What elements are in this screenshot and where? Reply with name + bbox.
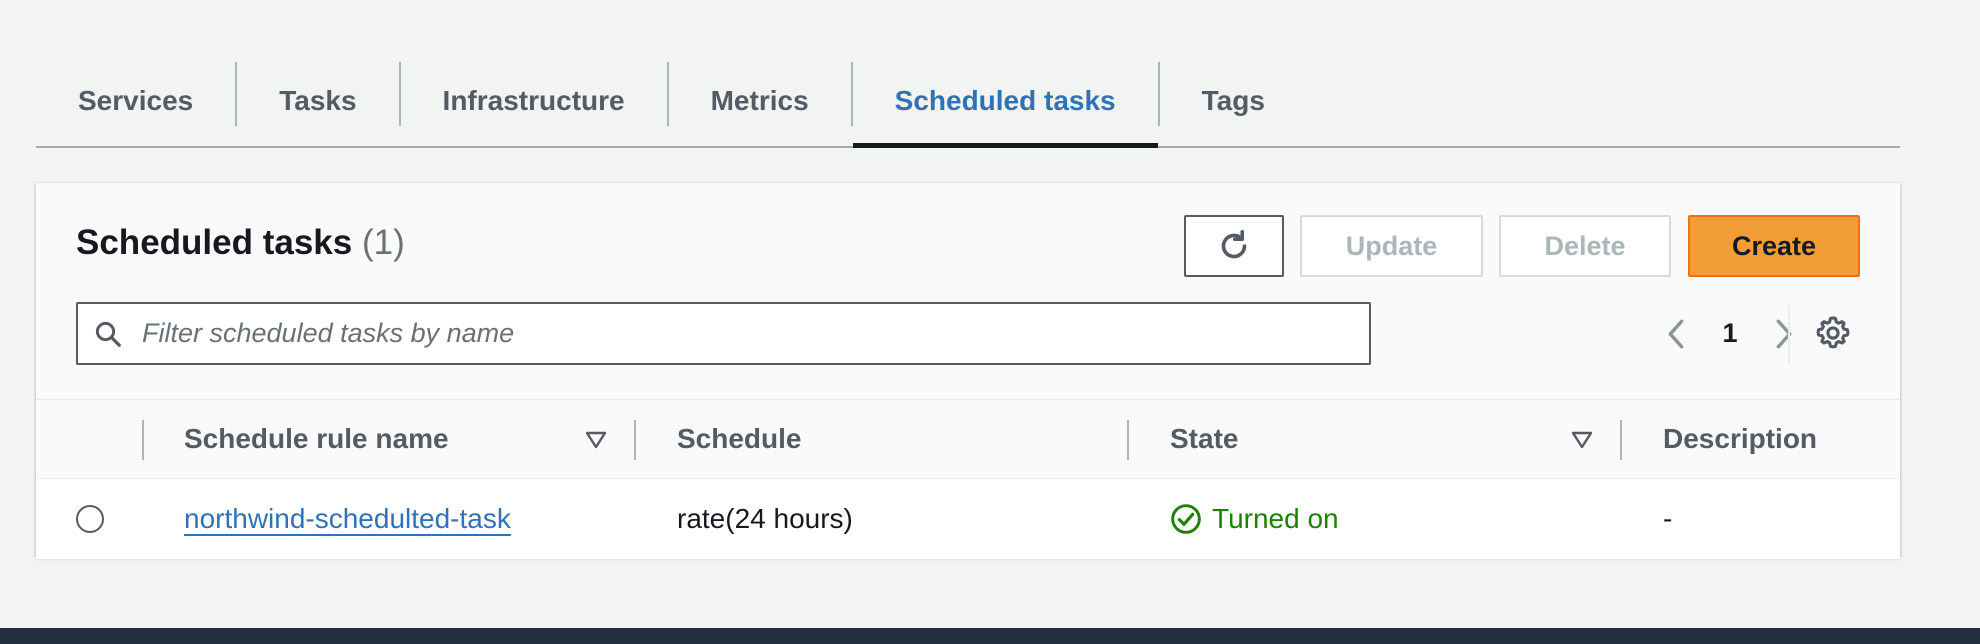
- refresh-icon: [1221, 229, 1247, 259]
- panel-title-text: Scheduled tasks: [76, 223, 353, 262]
- tab-services[interactable]: Services: [36, 56, 235, 146]
- panel-title: Scheduled tasks (1): [76, 223, 405, 263]
- column-divider[interactable]: [1620, 420, 1622, 460]
- table-row[interactable]: northwind-schedulted-task rate(24 hours)…: [36, 479, 1900, 559]
- row-state-cell: Turned on: [1170, 479, 1339, 559]
- gear-icon: [1816, 316, 1850, 349]
- sort-icon[interactable]: [582, 426, 610, 454]
- status-text: Turned on: [1212, 503, 1339, 534]
- refresh-button[interactable]: [1184, 215, 1284, 277]
- scheduled-tasks-panel: Scheduled tasks (1) Update Delete Create: [36, 183, 1900, 559]
- pagination: 1: [1656, 302, 1804, 365]
- chevron-right-icon: [1776, 319, 1792, 348]
- delete-button[interactable]: Delete: [1499, 215, 1671, 277]
- row-schedule-cell: rate(24 hours): [677, 503, 853, 534]
- column-divider[interactable]: [1127, 420, 1129, 460]
- tab-scheduled-tasks[interactable]: Scheduled tasks: [852, 56, 1158, 148]
- sort-icon[interactable]: [1568, 426, 1596, 454]
- column-header-description[interactable]: Description: [1663, 400, 1817, 478]
- tab-infrastructure[interactable]: Infrastructure: [401, 56, 667, 146]
- column-divider[interactable]: [634, 420, 636, 460]
- tab-tags[interactable]: Tags: [1160, 56, 1307, 146]
- chevron-left-icon: [1668, 319, 1684, 348]
- previous-page-button[interactable]: [1656, 302, 1696, 365]
- current-page-number[interactable]: 1: [1696, 318, 1764, 349]
- row-description-cell: -: [1663, 503, 1673, 534]
- next-page-button[interactable]: [1764, 302, 1804, 365]
- column-header-schedule-rule-name[interactable]: Schedule rule name: [184, 400, 449, 478]
- row-select-radio[interactable]: [76, 505, 104, 533]
- status-indicator: Turned on: [1170, 503, 1339, 535]
- create-button[interactable]: Create: [1688, 215, 1860, 277]
- search-icon: [78, 304, 138, 363]
- search-input[interactable]: [138, 303, 1369, 364]
- schedule-rule-link[interactable]: northwind-schedulted-task: [184, 503, 511, 535]
- tab-tasks[interactable]: Tasks: [237, 56, 398, 146]
- panel-header: Scheduled tasks (1) Update Delete Create: [36, 183, 1900, 400]
- update-button[interactable]: Update: [1300, 215, 1483, 277]
- triangle-down-icon: [1571, 431, 1593, 449]
- triangle-down-icon: [585, 431, 607, 449]
- row-name-cell: northwind-schedulted-task: [184, 479, 511, 559]
- tab-bar: Services Tasks Infrastructure Metrics Sc…: [36, 56, 1900, 148]
- column-header-state[interactable]: State: [1170, 400, 1238, 478]
- tab-metrics[interactable]: Metrics: [669, 56, 851, 146]
- table-header: Schedule rule name Schedule State Descri…: [36, 400, 1900, 479]
- column-divider: [142, 420, 144, 460]
- column-header-schedule[interactable]: Schedule: [677, 400, 801, 478]
- footer-bar: [0, 628, 1980, 644]
- preferences-button[interactable]: [1809, 309, 1857, 357]
- check-circle-icon: [1171, 504, 1201, 534]
- pagination-divider: [1788, 305, 1790, 365]
- panel-title-count: (1): [361, 223, 405, 262]
- search-box: [76, 302, 1371, 365]
